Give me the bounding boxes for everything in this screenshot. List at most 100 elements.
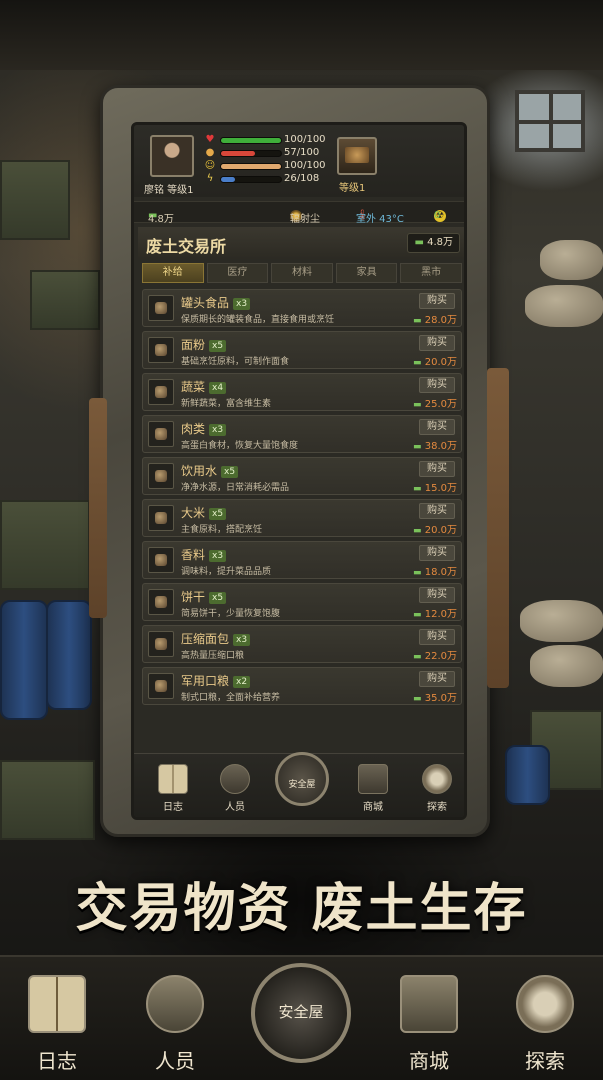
stat-health: ♥ 100/100 xyxy=(204,134,334,146)
list-item: 罐头食品 x3 保质期长的罐装食品，直接食用或烹饪 购买 ▬ 28.0万 xyxy=(142,289,462,327)
resource-info-row: ▬ 4.8万 辐射尘 🌡︎ 室外 43°C ☢ 0 xyxy=(134,201,464,225)
main-nav-shop-button[interactable]: 商城 xyxy=(384,975,474,1074)
item-icon xyxy=(148,421,174,447)
list-item: 香料 x3 调味料，提升菜品品质 购买 ▬ 18.0万 xyxy=(142,541,462,579)
list-item: 饮用水 x5 净净水源，日常消耗必需品 购买 ▬ 15.0万 xyxy=(142,457,462,495)
main-nav-log-label: 日志 xyxy=(37,1049,77,1073)
main-nav-explore-button[interactable]: 探索 xyxy=(500,975,590,1074)
nav-people-button[interactable]: 人员 xyxy=(210,764,260,813)
item-description: 调味料，提升菜品品质 xyxy=(181,567,272,577)
item-name: 军用口粮 x2 xyxy=(181,672,251,689)
item-name-text: 肉类 xyxy=(181,422,206,436)
item-price: ▬ 20.0万 xyxy=(413,521,457,536)
item-name: 罐头食品 x3 xyxy=(181,294,251,311)
nav-shop-button[interactable]: 商城 xyxy=(348,764,398,813)
item-icon xyxy=(148,463,174,489)
tab-supplies[interactable]: 补给 xyxy=(142,263,204,283)
item-quantity-badge: x4 xyxy=(209,382,227,394)
compass-icon xyxy=(516,975,574,1033)
list-item: 饼干 x5 简易饼干，少量恢复饱腹 购买 ▬ 12.0万 xyxy=(142,583,462,621)
item-price-value: 35.0万 xyxy=(424,693,457,704)
item-name-text: 大米 xyxy=(181,506,206,520)
main-nav-people-button[interactable]: 人员 xyxy=(130,975,220,1074)
nav-explore-label: 探索 xyxy=(427,802,447,813)
main-nav-log-button[interactable]: 日志 xyxy=(12,975,102,1074)
device-side-plate xyxy=(89,398,107,618)
hunger-value: 57/100 xyxy=(284,147,320,158)
item-name: 蔬菜 x4 xyxy=(181,378,227,395)
cash-icon: ▬ xyxy=(413,694,422,704)
item-price-value: 22.0万 xyxy=(424,651,457,662)
buy-button[interactable]: 购买 xyxy=(419,461,455,477)
smile-icon: ☺ xyxy=(204,160,216,171)
market-item-list: 罐头食品 x3 保质期长的罐装食品，直接食用或烹饪 购买 ▬ 28.0万 面粉 x5 基础烹饪… xyxy=(142,289,462,709)
buy-button[interactable]: 购买 xyxy=(419,377,455,393)
cash-icon: ▬ xyxy=(413,358,422,368)
item-quantity-badge: x5 xyxy=(209,508,227,520)
crate-decoration xyxy=(0,160,70,240)
item-quantity-badge: x5 xyxy=(221,466,239,478)
cash-icon: ▬ xyxy=(413,526,422,536)
energy-value: 26/108 xyxy=(284,173,320,184)
nav-explore-button[interactable]: 探索 xyxy=(412,764,462,813)
nav-shelter-label: 安全屋 xyxy=(288,780,316,790)
tab-furniture[interactable]: 家具 xyxy=(335,263,398,283)
list-item: 军用口粮 x2 制式口粮，全面补给营养 购买 ▬ 35.0万 xyxy=(142,667,462,705)
compass-icon xyxy=(422,764,452,794)
buy-button[interactable]: 购买 xyxy=(419,545,455,561)
promo-slogan: 交易物资 废土生存 xyxy=(75,879,528,939)
journal-icon xyxy=(28,975,86,1033)
item-price-value: 28.0万 xyxy=(424,315,457,326)
nuke-value: 0 xyxy=(434,210,441,221)
item-name: 肉类 x3 xyxy=(181,420,227,437)
buy-button[interactable]: 购买 xyxy=(419,335,455,351)
nav-shelter-button[interactable]: 安全屋 xyxy=(272,752,332,806)
item-name: 香料 x3 xyxy=(181,546,227,563)
item-name-text: 压缩面包 xyxy=(181,632,230,646)
item-name: 大米 x5 xyxy=(181,504,227,521)
item-quantity-badge: x3 xyxy=(233,298,251,310)
list-item: 压缩面包 x3 高热量压缩口粮 购买 ▬ 22.0万 xyxy=(142,625,462,663)
tab-black-market[interactable]: 黑市 xyxy=(400,263,462,283)
buy-button[interactable]: 购买 xyxy=(419,629,455,645)
list-item: 肉类 x3 高蛋白食材，恢复大量饱食度 购买 ▬ 38.0万 xyxy=(142,415,462,453)
main-nav-explore-label: 探索 xyxy=(525,1049,565,1073)
sack-decoration xyxy=(525,285,603,327)
item-description: 净净水源，日常消耗必需品 xyxy=(181,483,290,493)
player-avatar[interactable] xyxy=(150,135,194,177)
heart-icon: ♥ xyxy=(205,134,215,145)
cash-icon: ▬ xyxy=(413,484,422,494)
stat-hunger: ● 57/100 xyxy=(204,147,334,159)
buy-button[interactable]: 购买 xyxy=(419,293,455,309)
people-icon xyxy=(146,975,204,1033)
tab-medical[interactable]: 医疗 xyxy=(206,263,269,283)
main-nav-shop-label: 商城 xyxy=(409,1049,449,1073)
shelter-level: 等级1 xyxy=(339,183,366,194)
item-price: ▬ 22.0万 xyxy=(413,647,457,662)
device-screen: 廖铭 等级1 ♥ 100/100 ● 57/100 ☺ 100/100 ϟ 26… xyxy=(131,122,467,820)
shelter-thumbnail[interactable] xyxy=(337,137,377,175)
shop-stall-icon xyxy=(358,764,388,794)
list-item: 蔬菜 x4 新鲜蔬菜，富含维生素 购买 ▬ 25.0万 xyxy=(142,373,462,411)
buy-button[interactable]: 购买 xyxy=(419,503,455,519)
item-price-value: 12.0万 xyxy=(424,609,457,620)
tab-materials[interactable]: 材料 xyxy=(271,263,333,283)
buy-button[interactable]: 购买 xyxy=(419,671,455,687)
main-nav-shelter-button[interactable]: 安全屋 xyxy=(249,963,353,1063)
crate-decoration xyxy=(0,760,95,840)
item-quantity-badge: x3 xyxy=(209,424,227,436)
food-icon: ● xyxy=(205,147,215,158)
lightning-icon: ϟ xyxy=(206,173,214,184)
item-quantity-badge: x5 xyxy=(209,340,227,352)
device-bottom-nav: 日志 人员 安全屋 商城 探索 xyxy=(134,752,464,817)
barrel-decoration xyxy=(505,745,550,805)
nav-shop-label: 商城 xyxy=(363,802,383,813)
item-icon xyxy=(148,295,174,321)
main-bottom-nav: 日志 人员 安全屋 商城 探索 xyxy=(0,955,603,1080)
buy-button[interactable]: 购买 xyxy=(419,419,455,435)
buy-button[interactable]: 购买 xyxy=(419,587,455,603)
nav-log-button[interactable]: 日志 xyxy=(148,764,198,813)
item-name-text: 军用口粮 xyxy=(181,674,230,688)
item-description: 基础烹饪原料，可制作面食 xyxy=(181,357,290,367)
item-icon xyxy=(148,673,174,699)
